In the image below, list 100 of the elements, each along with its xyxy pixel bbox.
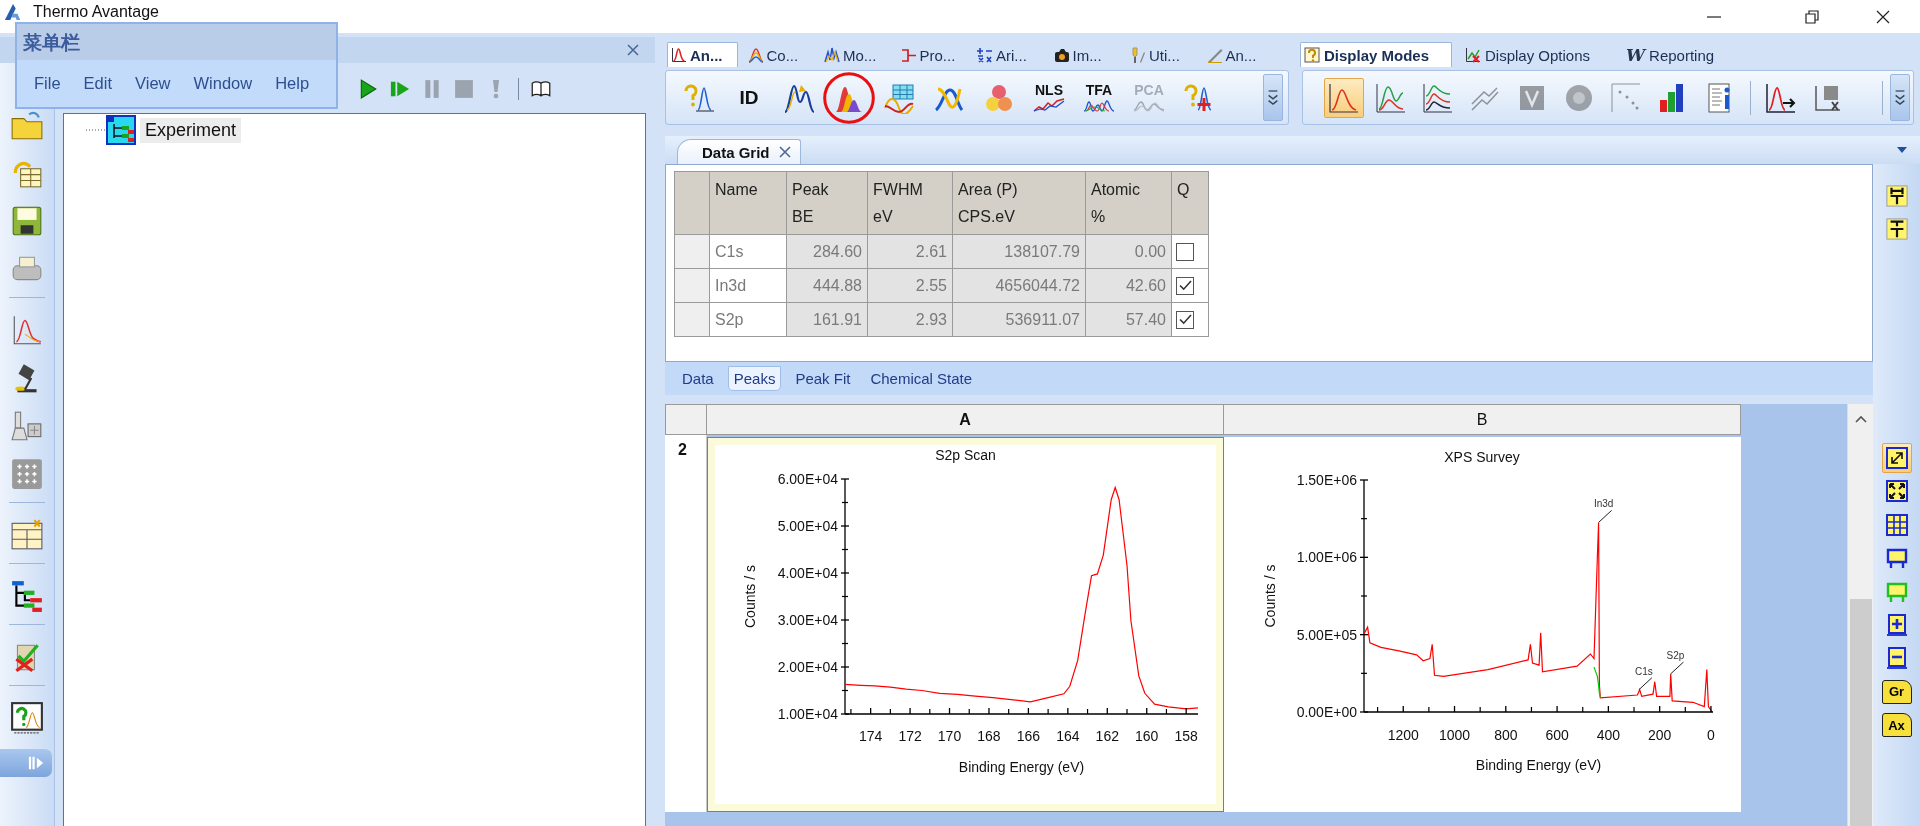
sheet-tab[interactable]: Data [676,366,720,391]
ribbon-tab[interactable]: An... [1202,42,1274,67]
format-icon[interactable] [1885,185,1908,207]
column-header[interactable]: A [707,404,1224,435]
ribbon-tab[interactable]: Im... [1049,42,1121,67]
checkbox[interactable] [1176,276,1194,295]
spike-line-icon [824,47,840,63]
table-cell: 161.91 [786,302,868,337]
instrument-icon[interactable] [10,409,44,443]
tick-label: 600 [1545,727,1569,743]
column-header[interactable]: Area (P) CPS.eV [952,171,1086,235]
column-header[interactable]: Atomic % [1085,171,1172,235]
axis-title: Counts / s [1262,564,1278,628]
close-icon[interactable] [1876,10,1890,24]
scrollbar-thumb[interactable] [1849,599,1872,826]
menu-item[interactable]: Edit [83,74,113,93]
checkbox[interactable] [1176,310,1194,329]
sheet-tab[interactable]: Chemical State [864,366,979,391]
ribbon-tab[interactable]: Co... [743,42,815,67]
menu-item[interactable]: Help [275,74,310,93]
column-header[interactable]: Q [1171,171,1209,235]
ribbon-tab[interactable]: Pro... [896,42,968,67]
chart-tool-button[interactable] [1881,443,1912,473]
panel-toggle-button[interactable] [0,749,52,777]
row-header-cell[interactable] [674,268,710,303]
tree-connector [86,129,106,131]
ribbon-tab[interactable]: Display Options [1461,42,1613,67]
document-tab[interactable]: Data Grid [677,139,801,164]
folder-button[interactable]: Ax [1881,713,1912,738]
column-header[interactable]: FWHM eV [867,171,953,235]
tool-button[interactable]: NLS [1029,77,1069,118]
tick-label: 2.00E+04 [777,659,838,675]
tick-label: 158 [1174,728,1198,744]
scatter-icon [1610,81,1642,114]
menu-item[interactable]: File [34,74,61,93]
column-header[interactable]: Name [709,171,787,235]
help-chart-icon[interactable] [10,701,44,735]
tick-label: 0.00E+00 [1296,704,1357,720]
tick-label: 5.00E+05 [1296,626,1357,643]
pencil-icon [1206,47,1223,63]
overflow-button[interactable] [1263,74,1283,121]
corner-cell [674,171,710,235]
ribbon-tab[interactable]: An... [667,42,738,67]
restore-icon[interactable] [1805,10,1819,24]
table-icon[interactable] [10,518,44,552]
ribbon-tab[interactable]: Uti... [1126,42,1197,67]
report-glyph: W [1626,46,1646,64]
checkbox[interactable] [1176,242,1194,261]
tree-node-icon [106,115,136,145]
row-header-cell[interactable] [674,302,710,337]
leader-line [1669,661,1684,675]
grid-icon [1884,512,1909,537]
tick-label: 800 [1494,727,1518,743]
chart-title: S2p Scan [935,447,996,463]
ribbon-tab[interactable]: Ari... [973,42,1044,67]
ribbon-tab[interactable]: W Reporting [1622,42,1774,67]
help-peak-icon [683,81,715,114]
tree-item[interactable]: Experiment [140,117,242,143]
tick-label: 1.00E+04 [777,706,838,722]
column-header[interactable]: B [1224,404,1741,435]
multi-peak-icon [747,47,764,63]
chevron-down-icon [1266,87,1280,108]
dot-grid-icon[interactable] [10,457,44,491]
folder-button[interactable]: Gr [1881,679,1912,704]
tool-button[interactable]: TFA [1079,77,1119,118]
table-cell: 57.40 [1085,302,1172,337]
book-icon[interactable] [531,79,551,99]
step-forward-icon[interactable] [390,79,410,99]
tick-label: 1200 [1387,727,1419,743]
tool-button[interactable]: ID [729,77,769,118]
sheet-tab[interactable]: Peaks [727,366,782,391]
tick-label: 3.00E+04 [777,612,838,628]
checkmark-icon [1178,280,1192,291]
ribbon-tab[interactable]: Display Modes [1300,42,1452,67]
tick-label: 170 [937,728,962,744]
scroll-up-icon[interactable] [1853,414,1868,424]
row-header-cell[interactable] [674,234,710,269]
tick-label: 168 [977,728,1001,744]
question-icon [1304,47,1320,63]
tree-icon[interactable] [10,579,44,613]
table-cell: 284.60 [786,234,868,269]
overflow-button[interactable] [1890,74,1910,121]
column-header[interactable]: Peak BE [786,171,868,235]
chart-title: XPS Survey [1444,449,1520,465]
dropdown-arrow-icon[interactable] [1896,146,1908,154]
menu-item[interactable]: Window [193,74,253,93]
ribbon-tab[interactable]: Mo... [820,42,891,67]
format-icon[interactable] [1885,218,1908,240]
peak-label: S2p [1666,650,1685,662]
play-icon[interactable] [358,79,378,99]
peak-chart-icon [1328,81,1360,114]
table-cell: 2.55 [867,268,953,303]
scrollbar[interactable] [1847,404,1873,826]
tick-label: 1.00E+06 [1296,549,1357,566]
menu-item[interactable]: View [135,74,171,93]
axis-title: Counts / s [742,565,758,628]
table-cell: 0.00 [1085,234,1172,269]
sheet-tab[interactable]: Peak Fit [789,366,857,391]
table-cell: 536911.07 [952,302,1086,337]
row-header[interactable]: 2 [665,435,707,812]
